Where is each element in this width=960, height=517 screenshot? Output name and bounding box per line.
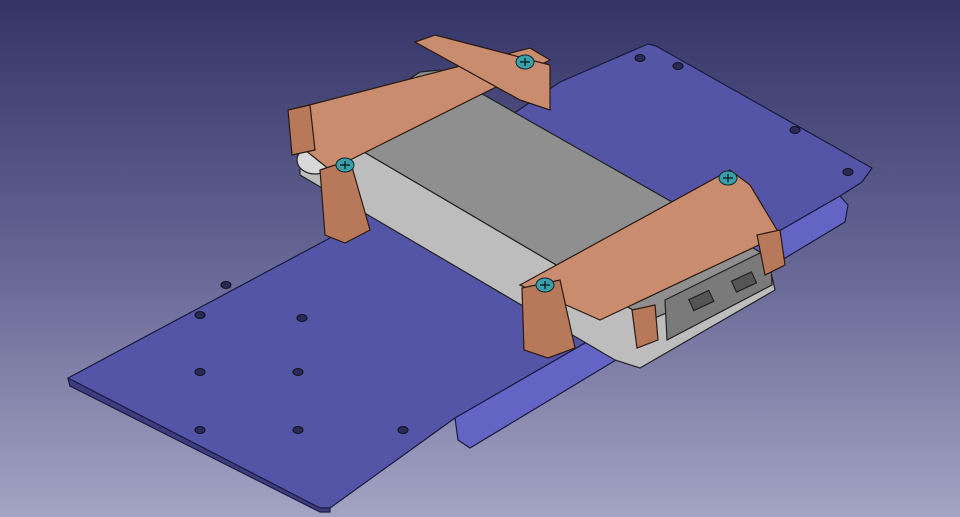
bracket-right-post-mid: [631, 304, 659, 349]
mounting-hole: [292, 368, 304, 376]
mounting-hole: [789, 126, 801, 134]
mounting-hole: [292, 426, 304, 434]
mounting-hole: [672, 62, 684, 70]
mounting-hole: [194, 311, 206, 319]
mounting-hole: [194, 426, 206, 434]
mounting-hole: [296, 314, 308, 322]
mounting-hole: [397, 426, 409, 434]
mounting-hole: [842, 168, 854, 176]
mounting-hole: [220, 281, 232, 289]
bracket-left-post-back: [287, 104, 316, 156]
3d-viewport[interactable]: [0, 0, 960, 517]
mounting-hole: [634, 54, 646, 62]
mounting-hole: [194, 368, 206, 376]
